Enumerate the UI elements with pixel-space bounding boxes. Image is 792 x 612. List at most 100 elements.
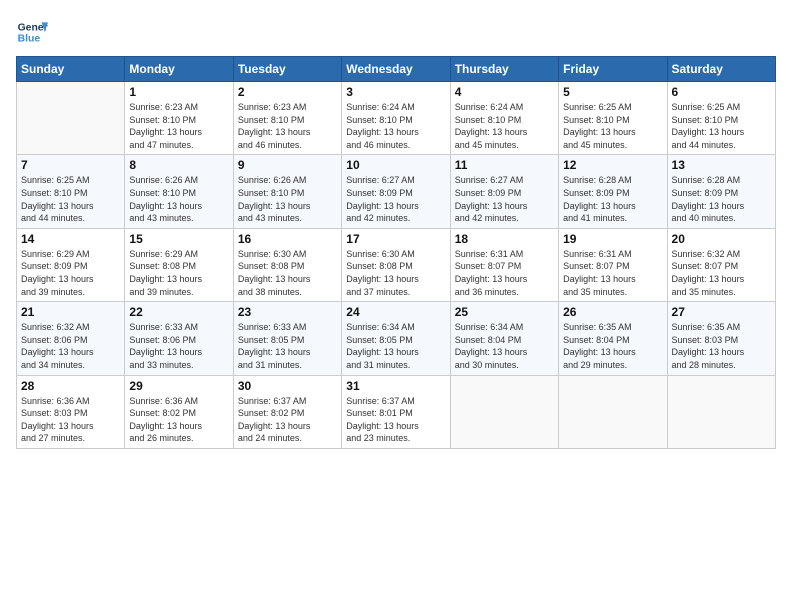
day-info: Sunrise: 6:24 AM Sunset: 8:10 PM Dayligh… <box>346 101 445 151</box>
day-info: Sunrise: 6:36 AM Sunset: 8:03 PM Dayligh… <box>21 395 120 445</box>
calendar-week-row: 14Sunrise: 6:29 AM Sunset: 8:09 PM Dayli… <box>17 228 776 301</box>
calendar-cell: 30 Sunrise: 6:37 AM Sunset: 8:02 PM Dayli… <box>233 375 341 448</box>
calendar-cell: 25 Sunrise: 6:34 AM Sunset: 8:04 PM Dayli… <box>450 302 558 375</box>
day-info: Sunrise: 6:26 AM Sunset: 8:10 PM Dayligh… <box>129 174 228 224</box>
calendar-week-row: 28 Sunrise: 6:36 AM Sunset: 8:03 PM Dayli… <box>17 375 776 448</box>
day-number: 18 <box>455 232 554 246</box>
calendar-cell: 2 Sunrise: 6:23 AM Sunset: 8:10 PM Daylig… <box>233 82 341 155</box>
day-info: Sunrise: 6:23 AM Sunset: 8:10 PM Dayligh… <box>238 101 337 151</box>
day-info: Sunrise: 6:30 AM Sunset: 8:08 PM Dayligh… <box>238 248 337 298</box>
day-info: Sunrise: 6:27 AM Sunset: 8:09 PM Dayligh… <box>455 174 554 224</box>
calendar-cell: 17 Sunrise: 6:30 AM Sunset: 8:08 PM Dayli… <box>342 228 450 301</box>
day-info: Sunrise: 6:23 AM Sunset: 8:10 PM Dayligh… <box>129 101 228 151</box>
day-number: 21 <box>21 305 120 319</box>
calendar-cell: 8 Sunrise: 6:26 AM Sunset: 8:10 PM Daylig… <box>125 155 233 228</box>
weekday-header: Thursday <box>450 57 558 82</box>
calendar-week-row: 21 Sunrise: 6:32 AM Sunset: 8:06 PM Dayli… <box>17 302 776 375</box>
day-info: Sunrise: 6:31 AM Sunset: 8:07 PM Dayligh… <box>455 248 554 298</box>
calendar-cell: 18 Sunrise: 6:31 AM Sunset: 8:07 PM Dayli… <box>450 228 558 301</box>
calendar-cell: 21 Sunrise: 6:32 AM Sunset: 8:06 PM Dayli… <box>17 302 125 375</box>
day-info: Sunrise: 6:35 AM Sunset: 8:03 PM Dayligh… <box>672 321 771 371</box>
calendar-week-row: 1 Sunrise: 6:23 AM Sunset: 8:10 PM Daylig… <box>17 82 776 155</box>
day-number: 29 <box>129 379 228 393</box>
day-number: 10 <box>346 158 445 172</box>
day-number: 20 <box>672 232 771 246</box>
day-info: Sunrise: 6:25 AM Sunset: 8:10 PM Dayligh… <box>563 101 662 151</box>
day-number: 3 <box>346 85 445 99</box>
day-number: 31 <box>346 379 445 393</box>
day-number: 23 <box>238 305 337 319</box>
calendar-cell: 14Sunrise: 6:29 AM Sunset: 8:09 PM Dayli… <box>17 228 125 301</box>
day-info: Sunrise: 6:36 AM Sunset: 8:02 PM Dayligh… <box>129 395 228 445</box>
calendar-cell <box>450 375 558 448</box>
day-info: Sunrise: 6:35 AM Sunset: 8:04 PM Dayligh… <box>563 321 662 371</box>
day-number: 11 <box>455 158 554 172</box>
calendar-cell: 29 Sunrise: 6:36 AM Sunset: 8:02 PM Dayli… <box>125 375 233 448</box>
day-info: Sunrise: 6:33 AM Sunset: 8:05 PM Dayligh… <box>238 321 337 371</box>
calendar-cell: 5 Sunrise: 6:25 AM Sunset: 8:10 PM Daylig… <box>559 82 667 155</box>
calendar-cell: 3 Sunrise: 6:24 AM Sunset: 8:10 PM Daylig… <box>342 82 450 155</box>
calendar-cell: 27 Sunrise: 6:35 AM Sunset: 8:03 PM Dayli… <box>667 302 775 375</box>
calendar-cell: 20 Sunrise: 6:32 AM Sunset: 8:07 PM Dayli… <box>667 228 775 301</box>
calendar-cell: 19Sunrise: 6:31 AM Sunset: 8:07 PM Dayli… <box>559 228 667 301</box>
day-number: 25 <box>455 305 554 319</box>
calendar-cell: 28 Sunrise: 6:36 AM Sunset: 8:03 PM Dayli… <box>17 375 125 448</box>
calendar-cell: 10 Sunrise: 6:27 AM Sunset: 8:09 PM Dayli… <box>342 155 450 228</box>
day-info: Sunrise: 6:26 AM Sunset: 8:10 PM Dayligh… <box>238 174 337 224</box>
day-info: Sunrise: 6:28 AM Sunset: 8:09 PM Dayligh… <box>672 174 771 224</box>
day-number: 7 <box>21 158 120 172</box>
calendar-cell: 24 Sunrise: 6:34 AM Sunset: 8:05 PM Dayli… <box>342 302 450 375</box>
weekday-header: Saturday <box>667 57 775 82</box>
calendar-cell: 15 Sunrise: 6:29 AM Sunset: 8:08 PM Dayli… <box>125 228 233 301</box>
calendar-cell: 31 Sunrise: 6:37 AM Sunset: 8:01 PM Dayli… <box>342 375 450 448</box>
logo-icon: General Blue <box>16 16 48 48</box>
calendar-header-row: SundayMondayTuesdayWednesdayThursdayFrid… <box>17 57 776 82</box>
calendar-cell: 12 Sunrise: 6:28 AM Sunset: 8:09 PM Dayli… <box>559 155 667 228</box>
day-number: 19 <box>563 232 662 246</box>
day-info: Sunrise: 6:37 AM Sunset: 8:02 PM Dayligh… <box>238 395 337 445</box>
logo: General Blue <box>16 16 52 48</box>
day-info: Sunrise: 6:29 AM Sunset: 8:08 PM Dayligh… <box>129 248 228 298</box>
weekday-header: Wednesday <box>342 57 450 82</box>
calendar-cell: 11 Sunrise: 6:27 AM Sunset: 8:09 PM Dayli… <box>450 155 558 228</box>
day-number: 5 <box>563 85 662 99</box>
calendar-cell <box>667 375 775 448</box>
day-info: Sunrise: 6:37 AM Sunset: 8:01 PM Dayligh… <box>346 395 445 445</box>
day-info: Sunrise: 6:34 AM Sunset: 8:05 PM Dayligh… <box>346 321 445 371</box>
day-number: 8 <box>129 158 228 172</box>
day-number: 30 <box>238 379 337 393</box>
weekday-header: Friday <box>559 57 667 82</box>
weekday-header: Tuesday <box>233 57 341 82</box>
calendar-cell: 23 Sunrise: 6:33 AM Sunset: 8:05 PM Dayli… <box>233 302 341 375</box>
day-number: 24 <box>346 305 445 319</box>
calendar-cell: 26 Sunrise: 6:35 AM Sunset: 8:04 PM Dayli… <box>559 302 667 375</box>
day-info: Sunrise: 6:29 AM Sunset: 8:09 PM Dayligh… <box>21 248 120 298</box>
calendar-cell: 22Sunrise: 6:33 AM Sunset: 8:06 PM Dayli… <box>125 302 233 375</box>
calendar-cell: 4Sunrise: 6:24 AM Sunset: 8:10 PM Daylig… <box>450 82 558 155</box>
day-number: 15 <box>129 232 228 246</box>
day-number: 17 <box>346 232 445 246</box>
day-info: Sunrise: 6:28 AM Sunset: 8:09 PM Dayligh… <box>563 174 662 224</box>
day-info: Sunrise: 6:34 AM Sunset: 8:04 PM Dayligh… <box>455 321 554 371</box>
day-info: Sunrise: 6:25 AM Sunset: 8:10 PM Dayligh… <box>672 101 771 151</box>
day-info: Sunrise: 6:32 AM Sunset: 8:07 PM Dayligh… <box>672 248 771 298</box>
calendar-cell <box>559 375 667 448</box>
day-number: 28 <box>21 379 120 393</box>
day-info: Sunrise: 6:32 AM Sunset: 8:06 PM Dayligh… <box>21 321 120 371</box>
day-number: 26 <box>563 305 662 319</box>
day-info: Sunrise: 6:30 AM Sunset: 8:08 PM Dayligh… <box>346 248 445 298</box>
day-number: 22 <box>129 305 228 319</box>
day-info: Sunrise: 6:27 AM Sunset: 8:09 PM Dayligh… <box>346 174 445 224</box>
weekday-header: Monday <box>125 57 233 82</box>
calendar-cell: 1 Sunrise: 6:23 AM Sunset: 8:10 PM Daylig… <box>125 82 233 155</box>
day-number: 12 <box>563 158 662 172</box>
day-number: 1 <box>129 85 228 99</box>
day-number: 27 <box>672 305 771 319</box>
calendar-cell: 9Sunrise: 6:26 AM Sunset: 8:10 PM Daylig… <box>233 155 341 228</box>
calendar-week-row: 7Sunrise: 6:25 AM Sunset: 8:10 PM Daylig… <box>17 155 776 228</box>
day-number: 2 <box>238 85 337 99</box>
page-header: General Blue <box>16 16 776 48</box>
calendar-cell: 16 Sunrise: 6:30 AM Sunset: 8:08 PM Dayli… <box>233 228 341 301</box>
day-number: 4 <box>455 85 554 99</box>
day-number: 16 <box>238 232 337 246</box>
